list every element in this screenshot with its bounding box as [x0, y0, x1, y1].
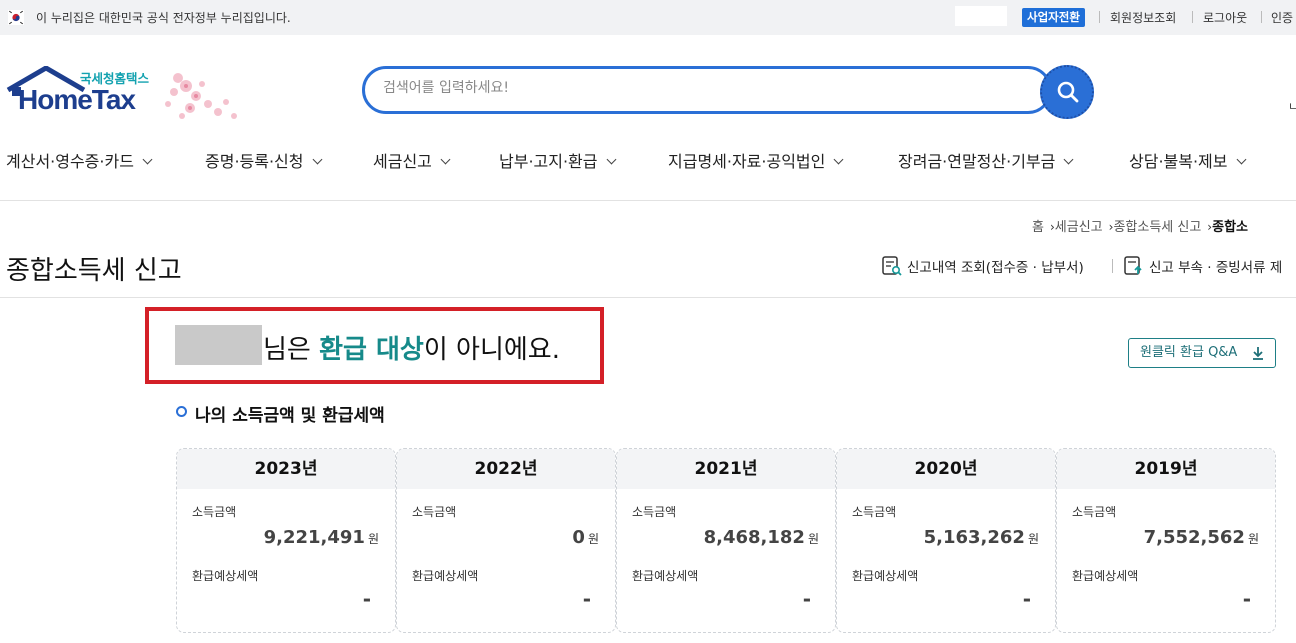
year-card: 2020년 소득금액 5,163,262 원 환급예상세액 - [836, 448, 1056, 633]
nav-label: 계산서·영수증·카드 [6, 152, 134, 171]
year-card: 2023년 소득금액 9,221,491 원 환급예상세액 - [176, 448, 396, 633]
masked-user-name [175, 325, 262, 365]
page-title: 종합소득세 신고 [6, 256, 182, 286]
year-card: 2021년 소득금액 8,468,182 원 환급예상세액 - [616, 448, 836, 633]
refund-label: 환급예상세액 [632, 569, 699, 583]
income-amount: 7,552,562 원 [1143, 527, 1259, 548]
divider [1192, 11, 1193, 23]
refund-amount: - [582, 587, 591, 611]
refund-label: 환급예상세액 [852, 569, 919, 583]
year-card: 2022년 소득금액 0원 환급예상세액 - [396, 448, 616, 633]
nav-label: 장려금·연말정산·기부금 [898, 152, 1056, 171]
breadcrumb: 홈 ›세금신고 ›종합소득세 신고 ›종합소 [1032, 216, 1248, 235]
chevron-down-icon [833, 154, 844, 165]
chevron-down-icon [440, 154, 451, 165]
logout-link[interactable]: 로그아웃 [1203, 9, 1247, 26]
qa-button-label: 원클릭 환급 Q&A [1140, 345, 1238, 360]
card-year: 2022년 [397, 449, 615, 489]
card-year: 2021년 [617, 449, 835, 489]
income-label: 소득금액 [852, 505, 897, 519]
year-card: 2019년 소득금액 7,552,562 원 환급예상세액 - [1056, 448, 1276, 633]
nav-label: 지급명세·자료·공익법인 [668, 152, 826, 171]
divider [0, 297, 1296, 298]
nav-item-certificate[interactable]: 증명·등록·신청 [205, 148, 322, 172]
member-info-link[interactable]: 회원정보조회 [1110, 9, 1176, 26]
refund-msg-part1: 님은 [263, 335, 320, 365]
report-history-label: 신고내역 조회(접수증 · 납부서) [907, 260, 1084, 276]
breadcrumb-home[interactable]: 홈 [1032, 220, 1044, 235]
card-year: 2020년 [837, 449, 1055, 489]
chevron-down-icon [1236, 154, 1246, 165]
chevron-down-icon [1063, 154, 1074, 165]
chevron-down-icon [142, 154, 153, 165]
nav-label: 증명·등록·신청 [205, 152, 304, 171]
refund-msg-part2: 이 아니에요. [423, 335, 560, 365]
search-button[interactable] [1040, 65, 1094, 119]
masked-user-field [955, 6, 1007, 26]
document-search-icon [882, 256, 902, 276]
refund-amount: - [1242, 587, 1251, 611]
divider [1099, 11, 1100, 23]
section-title: 나의 소득금액 및 환급세액 [195, 406, 385, 426]
refund-amount: - [802, 587, 811, 611]
attachments-label: 신고 부속 · 증빙서류 제 [1149, 260, 1283, 276]
income-amount: 8,468,182 원 [703, 527, 819, 548]
income-label: 소득금액 [632, 505, 677, 519]
divider [0, 200, 1296, 201]
chevron-down-icon [312, 154, 322, 165]
income-amount: 5,163,262 원 [923, 527, 1039, 548]
card-year: 2019년 [1057, 449, 1275, 489]
nav-label: 상담·불복·제보 [1129, 152, 1228, 171]
cherry-blossom-icon [165, 73, 237, 119]
search-icon [1057, 81, 1079, 103]
refund-status-message: 님은 환급 대상이 아니에요. [263, 329, 560, 366]
logo-title: HomeTax [18, 84, 136, 115]
business-switch-button[interactable]: 사업자전환 [1022, 8, 1085, 27]
bullet-icon [176, 406, 187, 417]
nav-label: 납부·고지·환급 [499, 152, 598, 171]
income-label: 소득금액 [192, 505, 237, 519]
nav-item-invoice[interactable]: 계산서·영수증·카드 [6, 148, 153, 172]
divider [1112, 259, 1113, 273]
refund-label: 환급예상세액 [192, 569, 259, 583]
income-amount: 9,221,491 원 [263, 527, 379, 548]
refund-amount: - [1022, 587, 1031, 611]
edge-text: ㄴ [1288, 100, 1296, 113]
nav-label: 세금신고 [373, 152, 432, 171]
income-label: 소득금액 [1072, 505, 1117, 519]
certificate-link[interactable]: 인증 [1271, 9, 1293, 26]
income-amount: 0원 [572, 527, 599, 548]
nav-item-tax-report[interactable]: 세금신고 [373, 148, 451, 172]
chevron-down-icon [606, 154, 616, 165]
breadcrumb-income-tax[interactable]: 종합소득세 신고 [1113, 220, 1201, 235]
hometax-logo[interactable]: 국세청홈택스 HomeTax [6, 66, 241, 122]
nav-item-payment[interactable]: 납부·고지·환급 [499, 148, 616, 172]
download-icon [1253, 347, 1263, 360]
refund-highlight: 환급 대상 [319, 335, 424, 365]
breadcrumb-tax-report[interactable]: 세금신고 [1055, 220, 1103, 235]
gov-notice-text: 이 누리집은 대한민국 공식 전자정부 누리집입니다. [36, 11, 291, 25]
refund-label: 환급예상세액 [1072, 569, 1139, 583]
breadcrumb-current: 종합소 [1212, 220, 1248, 235]
card-year: 2023년 [177, 449, 395, 489]
nav-item-consult[interactable]: 상담·불복·제보 [1129, 148, 1246, 172]
document-upload-icon [1124, 256, 1142, 275]
refund-amount: - [362, 587, 371, 611]
search-box [362, 66, 1052, 114]
income-label: 소득금액 [412, 505, 457, 519]
search-input[interactable] [383, 80, 1003, 96]
refund-label: 환급예상세액 [412, 569, 479, 583]
nav-item-incentive[interactable]: 장려금·연말정산·기부금 [898, 148, 1074, 172]
gov-banner: 이 누리집은 대한민국 공식 전자정부 누리집입니다. 사업자전환 회원정보조회… [0, 0, 1296, 35]
korea-flag-icon [8, 10, 24, 25]
nav-item-statement[interactable]: 지급명세·자료·공익법인 [668, 148, 844, 172]
divider [1261, 11, 1262, 23]
one-click-refund-qa-button[interactable]: 원클릭 환급 Q&A [1128, 338, 1276, 368]
